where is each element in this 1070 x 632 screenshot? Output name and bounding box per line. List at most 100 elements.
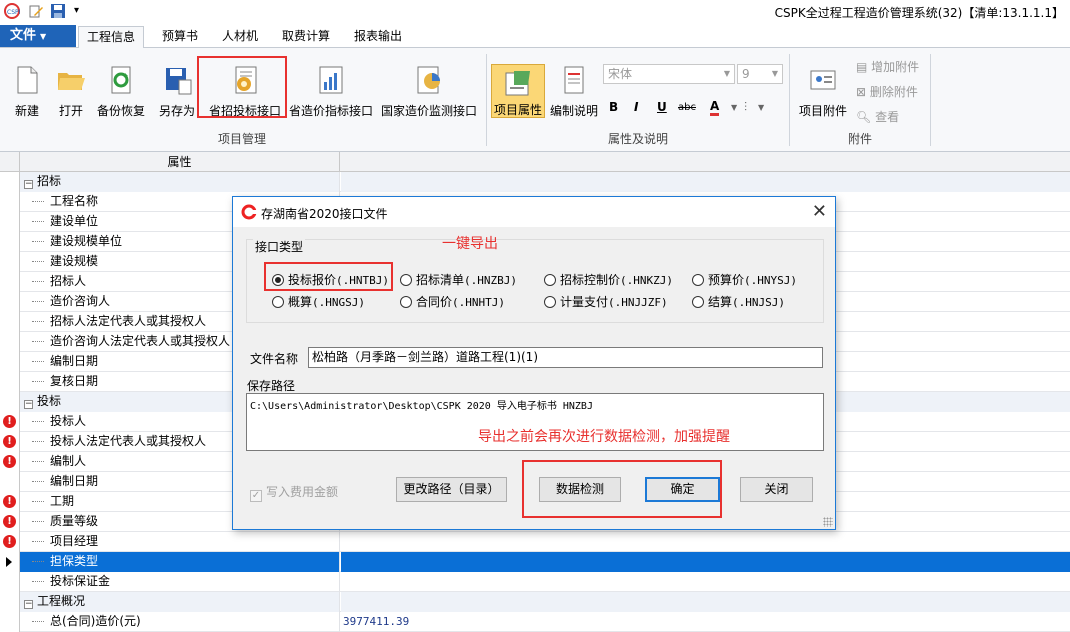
collapse-icon[interactable]: − [24,180,33,189]
tab-labor-materials[interactable]: 人材机 [210,26,270,48]
row-indicator[interactable] [0,372,20,392]
row-indicator[interactable] [0,272,20,292]
backup-restore-button[interactable]: 备份恢复 [94,64,148,119]
tab-report-output[interactable]: 报表输出 [346,26,410,48]
align-dropdown-icon[interactable]: ▼ [758,103,764,112]
row-indicator[interactable]: ! [0,412,20,432]
resize-grip-icon[interactable] [823,517,833,527]
radio-contract-price[interactable]: 合同价(.HNHTJ) [400,293,505,310]
row-indicator[interactable] [0,252,20,272]
view-attachment-button[interactable]: 🔍︎ 查看 [856,108,899,125]
bold-button[interactable]: B [609,100,618,114]
radio-unchecked-icon [272,296,284,308]
provincial-cost-index-interface-button[interactable]: 省造价指标接口 [288,64,374,119]
font-color-dropdown-icon[interactable]: ▼ [731,103,737,112]
row-indicator[interactable] [0,312,20,332]
radio-unchecked-icon [400,296,412,308]
project-properties-button[interactable]: 项目属性 [491,64,545,118]
save-icon[interactable] [50,3,66,19]
file-name-input[interactable]: 松柏路（月季路－剑兰路）道路工程(1)(1) [308,347,823,368]
row-indicator[interactable] [0,472,20,492]
change-path-button[interactable]: 更改路径（目录） [396,477,507,502]
grid-group-row[interactable]: − 招标 [0,172,1070,192]
row-indicator[interactable] [0,592,20,612]
property-name: 招标人 [50,274,87,288]
folder-open-icon [55,64,87,96]
row-indicator[interactable] [0,332,20,352]
row-indicator[interactable] [0,612,20,632]
table-row[interactable]: 总(合同)造价(元) 3977411.39 [0,612,1070,632]
strikethrough-button[interactable]: abc [678,102,696,113]
delete-attachment-button[interactable]: ⊠ 删除附件 [856,83,918,100]
row-indicator[interactable] [0,172,20,192]
compilation-notes-label: 编制说明 [549,104,598,118]
row-indicator[interactable] [0,232,20,252]
radio-settlement[interactable]: 结算(.HNJSJ) [692,293,785,310]
property-value-cell[interactable] [341,552,1070,572]
compilation-notes-button[interactable]: 编制说明 [548,64,600,119]
property-value-cell[interactable]: 3977411.39 [341,612,1070,632]
project-attachments-button[interactable]: 项目附件 [796,64,850,119]
close-icon[interactable]: ✕ [812,201,827,222]
open-button[interactable]: 打开 [52,64,90,119]
row-indicator[interactable] [0,572,20,592]
tab-label: 取费计算 [281,29,330,43]
customize-quick-access-icon[interactable]: ▾ [74,5,90,21]
table-row[interactable]: ! 项目经理 [0,532,1070,552]
table-row[interactable]: 投标保证金 [0,572,1070,592]
property-name: 招标 [37,174,62,188]
dialog-title: 存湖南省2020接口文件 [261,207,388,221]
property-name: 投标 [37,394,62,408]
radio-estimate[interactable]: 概算(.HNGSJ) [272,293,365,310]
highlight-tender-offer-radio [264,262,393,291]
national-cost-monitoring-interface-button[interactable]: 国家造价监测接口 [378,64,480,119]
property-value-cell[interactable] [341,572,1070,592]
delete-attachment-icon: ⊠ [856,85,867,99]
row-indicator[interactable] [0,392,20,412]
tab-budget[interactable]: 预算书 [150,26,210,48]
property-value-cell[interactable] [341,172,1070,192]
add-attachment-button[interactable]: ▤ 增加附件 [856,58,919,75]
row-indicator[interactable] [0,292,20,312]
font-name-select[interactable]: 宋体 ▼ [603,64,735,84]
radio-metered-payment[interactable]: 计量支付(.HNJJZF) [544,293,668,310]
edit-icon[interactable] [28,3,44,19]
row-indicator[interactable] [0,352,20,372]
radio-budget-price[interactable]: 预算价(.HNYSJ) [692,271,797,288]
provincial-cost-index-interface-label: 省造价指标接口 [288,104,373,118]
italic-button[interactable]: I [634,100,638,114]
new-label: 新建 [14,104,39,118]
property-value-cell[interactable] [341,592,1070,612]
interface-type-legend: 接口类型 [253,238,306,255]
collapse-icon[interactable]: − [24,400,33,409]
align-icon[interactable]: ⫶ [744,100,747,115]
row-indicator[interactable]: ! [0,512,20,532]
save-as-button[interactable]: 另存为 [156,64,198,119]
row-indicator[interactable] [0,192,20,212]
file-menu-button[interactable]: 文件 ▼ [0,25,76,47]
underline-button[interactable]: U [657,100,667,114]
grid-group-row[interactable]: − 工程概况 [0,592,1070,612]
property-name: 投标人 [50,414,87,428]
row-indicator[interactable]: ! [0,492,20,512]
row-indicator[interactable] [0,212,20,232]
write-fee-amount-checkbox[interactable]: ✓ 写入费用金额 [250,483,338,502]
table-row[interactable]: 担保类型 [0,552,1070,572]
font-size-select[interactable]: 9 ▼ [737,64,783,84]
property-name: 复核日期 [50,374,99,388]
tab-fee-calc[interactable]: 取费计算 [274,26,338,48]
row-indicator[interactable]: ! [0,432,20,452]
row-indicator[interactable]: ! [0,452,20,472]
row-indicator[interactable]: ! [0,532,20,552]
font-color-button[interactable]: A [710,100,720,116]
row-indicator[interactable] [0,552,20,572]
collapse-icon[interactable]: − [24,600,33,609]
new-button[interactable]: 新建 [8,64,46,119]
close-button[interactable]: 关闭 [740,477,813,502]
property-value-cell[interactable] [341,532,1070,552]
radio-code: (.HNJSJ) [732,296,785,309]
radio-bill-of-quantities[interactable]: 招标清单(.HNZBJ) [400,271,517,288]
radio-control-price[interactable]: 招标控制价(.HNKZJ) [544,271,673,288]
tab-label: 预算书 [161,29,198,43]
tab-project-info[interactable]: 工程信息 [78,26,144,49]
